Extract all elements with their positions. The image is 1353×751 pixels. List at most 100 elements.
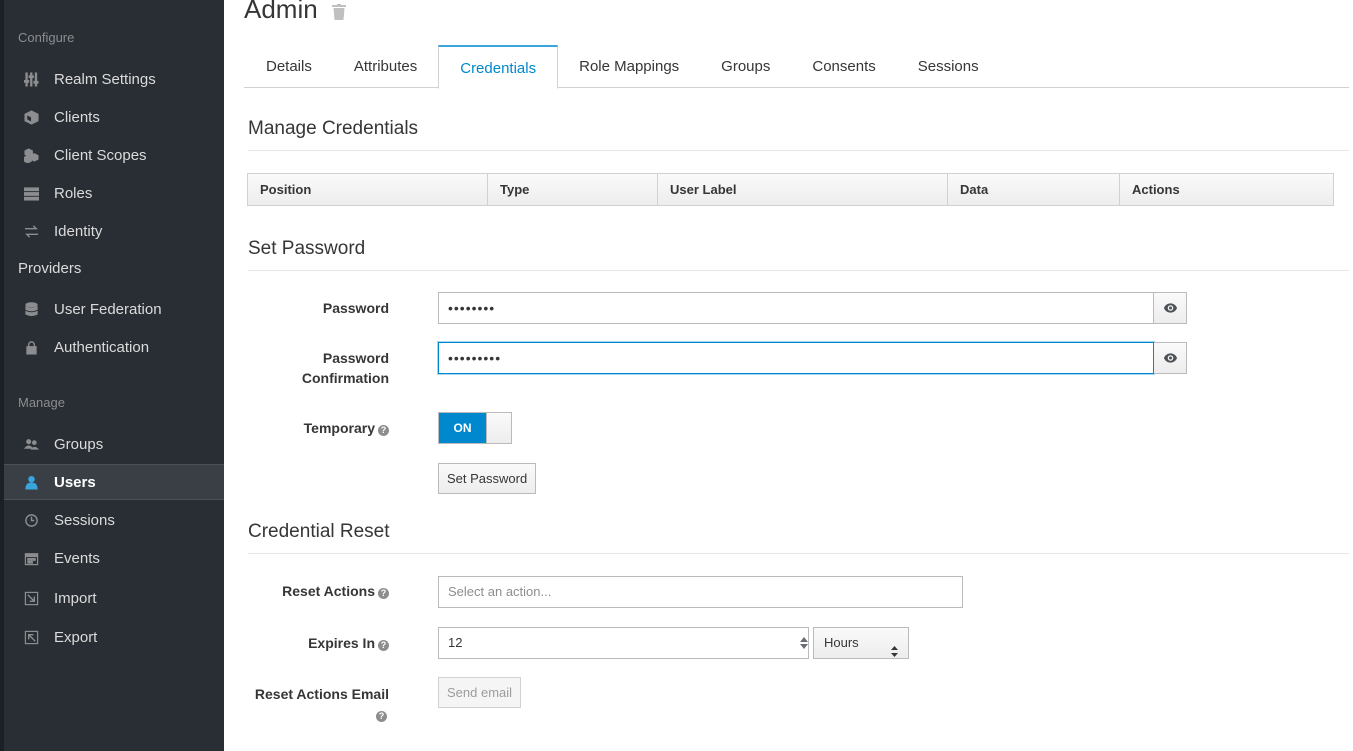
help-icon[interactable]: ? [378, 425, 389, 436]
cubes-icon [22, 146, 40, 164]
temporary-label-text: Temporary [303, 420, 375, 436]
column-header-user-label[interactable]: User Label [658, 174, 948, 205]
password-confirmation-label: Password Confirmation [249, 348, 389, 388]
clock-icon [22, 511, 40, 529]
sidebar-item-label: User Federation [54, 300, 162, 318]
sidebar-item-label: Events [54, 549, 100, 567]
sidebar-item-realm-settings[interactable]: Realm Settings [4, 61, 224, 97]
manage-credentials-title: Manage Credentials [248, 118, 1349, 151]
sidebar-item-identity-providers[interactable]: Identity [4, 213, 224, 249]
set-password-button[interactable]: Set Password [438, 463, 537, 494]
expires-in-value: 12 [448, 635, 463, 650]
temporary-toggle[interactable]: ON [438, 412, 512, 444]
sidebar-item-label-continued[interactable]: Providers [18, 260, 81, 277]
toggle-knob [486, 413, 511, 443]
tab-credentials[interactable]: Credentials [438, 45, 559, 89]
app: Configure Realm Settings Clients Client … [0, 0, 1353, 751]
expires-unit-select[interactable]: Hours [813, 627, 909, 659]
show-password-button[interactable] [1154, 292, 1187, 324]
database-icon [22, 300, 40, 318]
password-confirmation-label-line2: Confirmation [301, 370, 389, 386]
sidebar-item-client-scopes[interactable]: Client Scopes [4, 137, 224, 173]
column-header-position[interactable]: Position [248, 174, 488, 205]
column-header-actions[interactable]: Actions [1120, 174, 1333, 205]
user-icon [22, 473, 40, 491]
column-header-type[interactable]: Type [488, 174, 658, 205]
spinner-icon[interactable] [798, 634, 810, 652]
tab-groups[interactable]: Groups [700, 45, 791, 88]
reset-actions-email-label-text: Reset Actions Email [254, 686, 389, 702]
sidebar-item-label: Clients [54, 108, 100, 126]
help-icon[interactable]: ? [376, 711, 387, 722]
send-email-button[interactable]: Send email [438, 677, 522, 708]
sidebar-item-user-federation[interactable]: User Federation [4, 291, 224, 327]
cube-icon [22, 108, 40, 126]
temporary-label: Temporary? [249, 418, 389, 438]
sidebar-section-manage: Manage [18, 395, 65, 410]
expires-in-label: Expires In? [249, 633, 389, 653]
sidebar-section-configure: Configure [18, 30, 75, 45]
export-icon [22, 628, 40, 646]
calendar-icon [22, 549, 40, 567]
sliders-icon [22, 70, 40, 88]
password-label: Password [322, 300, 389, 316]
sidebar-item-export[interactable]: Export [4, 619, 224, 655]
sidebar-item-label: Client Scopes [54, 146, 147, 164]
tab-bar: Details Attributes Credentials Role Mapp… [244, 45, 1349, 89]
password-confirmation-value: ••••••••• [448, 350, 502, 366]
password-value: •••••••• [448, 300, 496, 316]
eye-icon [1163, 303, 1177, 313]
sidebar: Configure Realm Settings Clients Client … [0, 0, 224, 751]
sidebar-item-label: Import [54, 589, 97, 607]
sidebar-item-label: Sessions [54, 511, 115, 529]
reset-actions-label-text: Reset Actions [282, 583, 375, 599]
page-title: Admin [244, 0, 346, 27]
expires-in-input[interactable]: 12 [438, 627, 809, 659]
set-password-title: Set Password [248, 238, 1349, 271]
eye-icon [1163, 353, 1177, 363]
column-header-data[interactable]: Data [948, 174, 1120, 205]
reset-actions-placeholder: Select an action... [448, 584, 552, 599]
sidebar-item-sessions[interactable]: Sessions [4, 502, 224, 538]
sidebar-item-users[interactable]: Users [4, 464, 224, 500]
show-confirmation-button[interactable] [1154, 342, 1187, 374]
sidebar-item-label: Export [54, 628, 98, 646]
sidebar-item-roles[interactable]: Roles [4, 175, 224, 211]
credential-reset-title: Credential Reset [248, 521, 1349, 554]
sidebar-item-events[interactable]: Events [4, 540, 224, 576]
sidebar-item-groups[interactable]: Groups [4, 426, 224, 462]
tab-attributes[interactable]: Attributes [333, 45, 438, 88]
toggle-on-label: ON [439, 413, 486, 443]
sidebar-item-clients[interactable]: Clients [4, 99, 224, 135]
sidebar-item-label: Groups [54, 435, 104, 453]
tab-details[interactable]: Details [244, 45, 333, 88]
exchange-icon [22, 222, 40, 240]
sidebar-item-label: Users [54, 473, 96, 491]
expires-in-label-text: Expires In [308, 635, 375, 651]
help-icon[interactable]: ? [378, 588, 389, 599]
sidebar-item-label: Identity [54, 222, 103, 240]
sidebar-item-label: Authentication [54, 338, 150, 356]
password-confirmation-input[interactable]: ••••••••• [438, 342, 1154, 374]
page-title-text: Admin [244, 0, 318, 24]
sidebar-item-label: Roles [54, 184, 93, 202]
help-icon[interactable]: ? [378, 640, 389, 651]
tab-sessions[interactable]: Sessions [897, 45, 1000, 88]
sidebar-item-label: Realm Settings [54, 70, 156, 88]
main-content: Admin Details Attributes Credentials Rol… [224, 0, 1353, 751]
lock-icon [22, 338, 40, 356]
sidebar-item-authentication[interactable]: Authentication [4, 329, 224, 365]
reset-actions-select[interactable]: Select an action... [438, 576, 963, 608]
users-icon [22, 435, 40, 453]
tab-role-mappings[interactable]: Role Mappings [558, 45, 700, 88]
credentials-table-header: Position Type User Label Data Actions [247, 173, 1334, 206]
password-input[interactable]: •••••••• [438, 292, 1154, 324]
sidebar-item-import[interactable]: Import [4, 580, 224, 616]
reset-actions-email-label: Reset Actions Email ? [249, 684, 389, 724]
select-caret-icon [891, 638, 898, 668]
import-icon [22, 589, 40, 607]
reset-actions-label: Reset Actions? [249, 581, 389, 601]
password-confirmation-label-line1: Password [322, 350, 389, 366]
tab-consents[interactable]: Consents [791, 45, 896, 88]
trash-icon[interactable] [331, 0, 346, 27]
